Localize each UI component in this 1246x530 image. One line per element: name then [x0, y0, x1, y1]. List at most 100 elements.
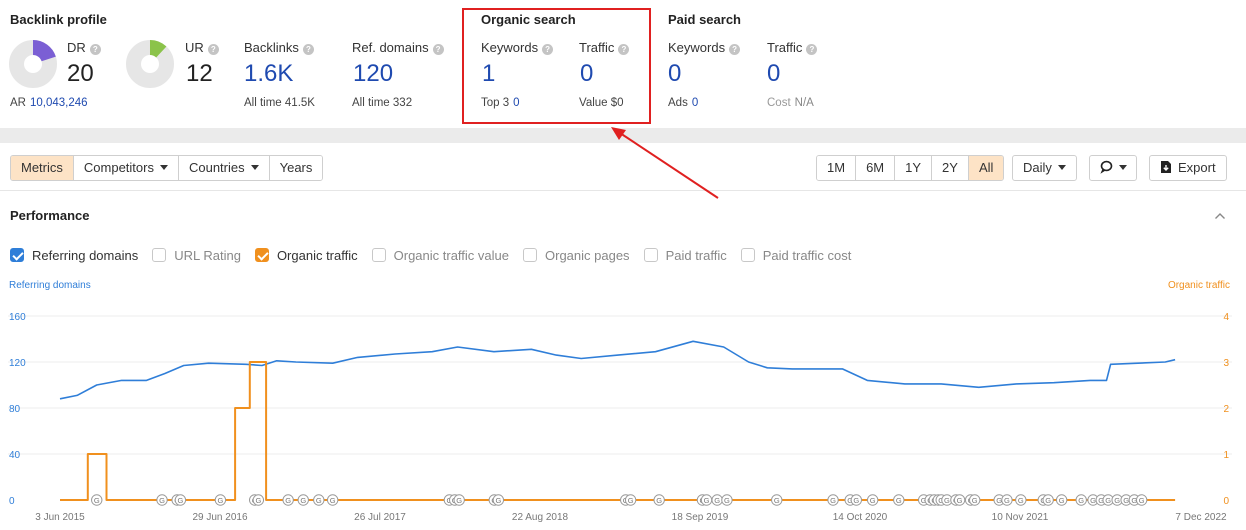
range-1m[interactable]: 1M — [817, 156, 856, 180]
google-update-marker-label: G — [285, 496, 291, 505]
google-update-marker-label: G — [456, 496, 462, 505]
google-update-marker-label: G — [714, 496, 720, 505]
google-update-marker-label: G — [255, 496, 261, 505]
comment-icon — [1100, 160, 1113, 174]
range-1y[interactable]: 1Y — [894, 156, 932, 180]
right-tick-label: 3 — [1223, 358, 1229, 369]
paid-keywords-label: Keywords? — [668, 40, 741, 55]
chevron-down-icon — [1119, 165, 1127, 170]
backlinks-label: Backlinks? — [244, 40, 314, 55]
google-update-marker-label: G — [944, 496, 950, 505]
google-update-marker-label: G — [870, 496, 876, 505]
google-update-marker-label: G — [724, 496, 730, 505]
google-update-marker-label: G — [1018, 496, 1024, 505]
export-button[interactable]: Export — [1149, 155, 1227, 181]
google-update-marker-label: G — [1004, 496, 1010, 505]
ur-value: 12 — [186, 60, 213, 87]
series-line-organic-traffic — [60, 361, 1176, 501]
google-update-marker-label: G — [94, 496, 100, 505]
ar-metric: AR 10,043,246 — [10, 97, 88, 109]
overview-header: Backlink profile DR? 20 UR? 12 AR 10,043,… — [0, 0, 1246, 128]
x-tick-label: 3 Jun 2015 — [35, 512, 85, 523]
google-update-marker-label: G — [1114, 496, 1120, 505]
toggle-paid-traffic-cost[interactable]: Paid traffic cost — [740, 248, 851, 263]
help-icon[interactable]: ? — [432, 44, 444, 55]
chevron-down-icon — [159, 165, 168, 170]
help-icon[interactable]: ? — [89, 44, 101, 55]
help-icon[interactable]: ? — [207, 44, 219, 55]
google-update-marker-label: G — [1139, 496, 1145, 505]
ur-label: UR? — [185, 40, 219, 55]
paid-traffic-value[interactable]: 0 — [767, 60, 780, 88]
export-icon — [1161, 161, 1171, 173]
toggle-paid-traffic[interactable]: Paid traffic — [643, 248, 727, 263]
right-tick-label: 1 — [1223, 450, 1229, 461]
toggle-referring-domains[interactable]: Referring domains — [10, 248, 138, 263]
x-tick-label: 18 Sep 2019 — [672, 512, 729, 523]
ar-value[interactable]: 10,043,246 — [30, 97, 88, 109]
ref-domains-value[interactable]: 120 — [353, 60, 393, 88]
checkbox[interactable] — [643, 248, 658, 262]
google-update-marker-label: G — [495, 496, 501, 505]
x-tick-label: 14 Oct 2020 — [833, 512, 888, 523]
backlinks-value[interactable]: 1.6K — [244, 60, 293, 88]
range-all[interactable]: All — [967, 156, 1004, 180]
checkbox-checked[interactable] — [254, 248, 269, 262]
left-axis-title: Referring domains — [9, 280, 91, 291]
paid-keywords-value[interactable]: 0 — [668, 60, 681, 88]
google-update-marker-label: G — [217, 496, 223, 505]
ref-domains-label: Ref. domains? — [352, 40, 444, 55]
performance-chart[interactable]: 0 40 80 120 160 0 1 2 3 4 3 Jun 2015 29 Jun 2016 26 … — [0, 296, 1246, 530]
collapse-chevron-up-icon[interactable] — [1214, 210, 1226, 222]
ur-donut-chart — [126, 40, 174, 88]
interval-dropdown[interactable]: Daily — [1012, 155, 1077, 181]
tab-countries[interactable]: Countries — [177, 156, 269, 180]
view-tabs: Metrics Competitors Countries Years — [10, 155, 324, 181]
google-update-marker-label: G — [1059, 496, 1065, 505]
series-line-referring-domains — [59, 340, 1176, 400]
range-2y[interactable]: 2Y — [931, 156, 968, 180]
left-tick-label: 160 — [9, 312, 26, 323]
checkbox[interactable] — [740, 248, 755, 262]
help-icon[interactable]: ? — [729, 44, 741, 55]
dr-donut-chart — [9, 40, 57, 88]
paid-traffic-label: Traffic? — [767, 40, 818, 55]
paid-search-title: Paid search — [668, 12, 741, 27]
left-tick-label: 40 — [9, 450, 21, 461]
tab-metrics[interactable]: Metrics — [11, 156, 73, 180]
tab-competitors[interactable]: Competitors — [72, 156, 178, 180]
toggle-organic-traffic[interactable]: Organic traffic — [254, 248, 358, 263]
checkbox-checked[interactable] — [10, 248, 24, 262]
chart-toolbar: Metrics Competitors Countries Years 1M 6… — [0, 143, 1246, 191]
range-6m[interactable]: 6M — [855, 156, 895, 180]
toggle-organic-pages[interactable]: Organic pages — [523, 248, 630, 263]
google-update-marker-label: G — [704, 496, 710, 505]
range-selector: 1M 6M 1Y 2Y All — [816, 155, 1005, 181]
checkbox[interactable] — [523, 248, 537, 262]
annotations-dropdown[interactable] — [1089, 155, 1137, 181]
tab-years[interactable]: Years — [268, 156, 323, 180]
google-update-marker-label: G — [300, 496, 306, 505]
left-tick-label: 0 — [9, 496, 15, 507]
google-update-marker-label: G — [628, 496, 634, 505]
x-tick-label: 10 Nov 2021 — [992, 512, 1049, 523]
checkbox[interactable] — [152, 248, 167, 262]
x-tick-label: 22 Aug 2018 — [512, 512, 569, 523]
checkbox[interactable] — [371, 248, 386, 262]
chevron-down-icon — [1057, 165, 1066, 170]
google-update-marker-label: G — [316, 496, 322, 505]
toggle-organic-traffic-value[interactable]: Organic traffic value — [371, 248, 509, 263]
toggle-url-rating[interactable]: URL Rating — [152, 248, 241, 263]
backlinks-all-time: All time 41.5K — [244, 97, 315, 109]
dr-label: DR? — [67, 40, 101, 55]
ur-arc — [149, 40, 167, 58]
dr-arc — [32, 40, 56, 62]
backlink-profile-title: Backlink profile — [10, 12, 107, 27]
dr-value: 20 — [67, 60, 94, 87]
help-icon[interactable]: ? — [302, 44, 314, 55]
google-update-marker-label: G — [896, 496, 902, 505]
help-icon[interactable]: ? — [806, 44, 818, 55]
google-update-marker-label: G — [972, 496, 978, 505]
x-tick-label: 29 Jun 2016 — [192, 512, 247, 523]
organic-search-highlight-box — [462, 8, 651, 124]
